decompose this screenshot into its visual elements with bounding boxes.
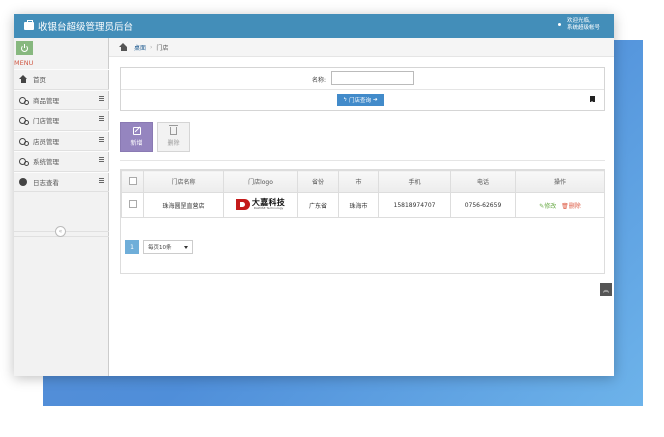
bolt-icon: ϟ (343, 97, 347, 103)
gears-icon (19, 116, 29, 126)
table-header-row: 门店名称 门店logo 省份 市 手机 电话 操作 (121, 170, 605, 193)
breadcrumb: 桌面 › 门店 (109, 38, 614, 57)
column-header: 操作 (515, 170, 605, 193)
delete-button[interactable]: 删除 (157, 122, 190, 152)
edit-icon (132, 127, 141, 135)
delete-button-label: 删除 (167, 140, 180, 147)
select-all-checkbox[interactable] (128, 176, 137, 185)
column-header[interactable]: 电话 (450, 170, 516, 193)
globe-icon (19, 177, 27, 186)
home-icon (19, 75, 27, 83)
sidebar-item-label: 店员管理 (33, 137, 59, 146)
sidebar-item-home[interactable]: 首页 (14, 69, 109, 90)
sidebar-item-stores[interactable]: 门店管理 (14, 110, 109, 131)
expand-icon (99, 136, 104, 142)
store-name-cell: 珠海圆罡直营店 (143, 192, 224, 218)
store-table: 门店名称 门店logo 省份 市 手机 电话 操作 珠海圆罡直营店 大嘉科技 D… (121, 170, 605, 218)
store-logo: 大嘉科技 DAWISE Technology (235, 198, 285, 210)
user-dot-icon (557, 23, 561, 26)
column-header[interactable]: 门店logo (223, 170, 298, 193)
breadcrumb-current: 门店 (156, 44, 169, 52)
actions-cell: ✎修改 🗑删除 (515, 192, 605, 218)
gears-icon (19, 96, 29, 105)
column-header[interactable]: 门店名称 (143, 170, 224, 193)
gears-icon (19, 157, 29, 167)
search-panel: 名称: ϟ 门店查询 ➔ (120, 67, 605, 111)
expand-icon (99, 116, 104, 121)
logo-subtext: DAWISE Technology (253, 205, 284, 210)
gears-icon (19, 137, 29, 146)
trash-icon: 🗑 (561, 202, 569, 210)
search-row: 名称: (121, 68, 604, 90)
sidebar-item-label: 首页 (33, 76, 46, 85)
arrow-right-icon: ➔ (373, 97, 378, 103)
welcome-line-2: 系统超级帐号 (566, 25, 600, 31)
sidebar-item-system[interactable]: 系统管理 (14, 151, 109, 172)
breadcrumb-home-link[interactable]: 桌面 (134, 43, 146, 52)
sidebar-nav: 首页 商品管理 门店管理 店员管理 系统管理 日志查看 (14, 69, 109, 192)
store-logo-cell: 大嘉科技 DAWISE Technology (223, 192, 298, 218)
welcome-line-1: 欢迎光临, (566, 18, 591, 24)
home-icon (119, 43, 128, 51)
delete-link[interactable]: 🗑删除 (561, 203, 581, 210)
column-header[interactable]: 手机 (378, 170, 451, 193)
table-row: 珠海圆罡直营店 大嘉科技 DAWISE Technology 广东省 珠海市 1… (121, 192, 605, 218)
store-table-panel: 门店名称 门店logo 省份 市 手机 电话 操作 珠海圆罡直营店 大嘉科技 D… (120, 169, 605, 274)
app-title: 收银台超级管理员后台 (38, 22, 134, 33)
province-cell: 广东省 (297, 192, 339, 218)
breadcrumb-separator: › (150, 43, 153, 51)
sidebar-item-label: 门店管理 (33, 117, 59, 126)
select-all-cell (121, 170, 144, 193)
main-content: 桌面 › 门店 名称: ϟ 门店查询 ➔ 新增 删除 门店名称 门店logo 省… (109, 38, 614, 376)
bookmark-icon[interactable] (590, 96, 595, 103)
add-button[interactable]: 新增 (120, 122, 153, 152)
column-header[interactable]: 省份 (297, 170, 339, 193)
collapse-icon[interactable]: « (55, 226, 66, 237)
divider (120, 160, 605, 161)
column-header[interactable]: 市 (338, 170, 379, 193)
top-navbar: 收银台超级管理员后台 欢迎光临, 系统超级帐号 (14, 14, 614, 38)
power-button[interactable] (16, 41, 33, 55)
briefcase-icon (24, 20, 34, 30)
scroll-to-top-button[interactable]: ︽ (600, 283, 612, 296)
sidebar: MENU 首页 商品管理 门店管理 店员管理 系统管理 日志查看 « (14, 38, 109, 376)
page-size-select[interactable]: 每页10条 (143, 240, 193, 254)
search-label: 名称: (312, 77, 327, 84)
trash-icon (169, 125, 178, 135)
expand-icon (99, 95, 104, 101)
store-query-button[interactable]: ϟ 门店查询 ➔ (337, 94, 384, 106)
page-1-button[interactable]: 1 (125, 240, 139, 254)
sidebar-item-logs[interactable]: 日志查看 (14, 171, 109, 192)
double-chevron-up-icon: ︽ (602, 287, 609, 294)
sidebar-item-label: 系统管理 (33, 158, 59, 167)
expand-icon (99, 177, 104, 183)
power-icon (21, 43, 28, 52)
sidebar-collapse: « (14, 226, 109, 237)
city-cell: 珠海市 (338, 192, 379, 218)
row-select-cell (121, 192, 144, 218)
mobile-cell: 15818974707 (378, 192, 451, 218)
logo-mark-icon (235, 198, 250, 210)
sidebar-item-products[interactable]: 商品管理 (14, 89, 109, 110)
phone-cell: 0756-62659 (450, 192, 516, 218)
menu-label: MENU (14, 59, 34, 67)
sidebar-item-staff[interactable]: 店员管理 (14, 130, 109, 151)
expand-icon (99, 157, 104, 162)
row-checkbox[interactable] (128, 200, 137, 208)
name-search-input[interactable] (331, 71, 414, 85)
query-button-label: 门店查询 (349, 98, 372, 104)
sidebar-item-label: 日志查看 (33, 178, 59, 187)
sidebar-item-label: 商品管理 (33, 96, 59, 105)
edit-link[interactable]: ✎修改 (539, 203, 556, 210)
add-button-label: 新增 (130, 140, 143, 147)
app-window: 收银台超级管理员后台 欢迎光临, 系统超级帐号 MENU 首页 商品管理 门店管… (14, 14, 614, 376)
pagination: 1 每页10条 (125, 240, 193, 254)
brand[interactable]: 收银台超级管理员后台 (24, 19, 133, 33)
user-welcome[interactable]: 欢迎光临, 系统超级帐号 (557, 18, 600, 32)
